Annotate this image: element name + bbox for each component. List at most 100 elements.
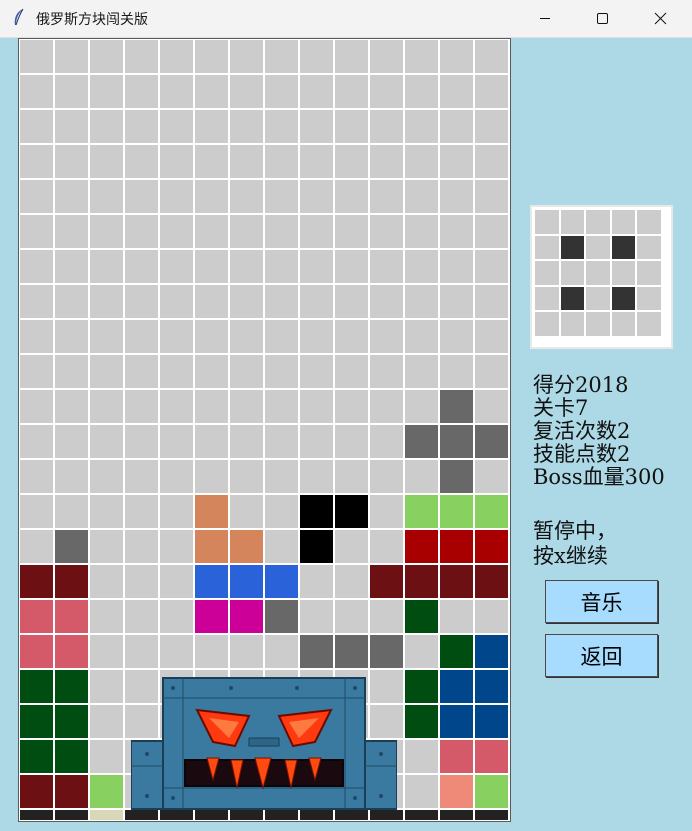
empty-cell [369,109,404,144]
empty-cell [229,109,264,144]
empty-cell [89,39,124,74]
filled-cell [474,669,509,704]
filled-cell [19,739,54,774]
empty-cell [159,424,194,459]
empty-cell [54,144,89,179]
empty-cell [299,39,334,74]
empty-cell [159,354,194,389]
close-button[interactable] [632,0,690,37]
empty-cell [369,144,404,179]
empty-cell [229,389,264,424]
empty-cell [124,494,159,529]
filled-cell [229,529,264,564]
empty-cell [194,249,229,284]
empty-cell [369,74,404,109]
empty-cell [89,739,124,774]
filled-cell [229,599,264,634]
filled-cell [54,669,89,704]
filled-cell [474,774,509,809]
empty-cell [264,389,299,424]
empty-cell [194,214,229,249]
empty-cell [404,179,439,214]
empty-cell [19,144,54,179]
empty-cell [159,494,194,529]
score-label: 得分2018 [533,373,629,397]
empty-cell [124,564,159,599]
filled-cell [439,564,474,599]
empty-cell [439,144,474,179]
empty-cell [159,319,194,354]
empty-cell [19,249,54,284]
empty-cell [124,284,159,319]
empty-cell [89,529,124,564]
empty-cell [404,319,439,354]
empty-cell [194,284,229,319]
empty-cell [124,179,159,214]
empty-cell [439,39,474,74]
filled-cell [19,599,54,634]
empty-cell [264,319,299,354]
empty-cell [334,319,369,354]
empty-cell [124,634,159,669]
empty-cell [299,424,334,459]
empty-cell [19,284,54,319]
empty-cell [299,599,334,634]
filled-cell [474,634,509,669]
empty-cell [264,39,299,74]
empty-cell [299,284,334,319]
empty-cell [404,109,439,144]
preview-empty-cell [585,285,611,311]
empty-cell [439,319,474,354]
empty-cell [54,319,89,354]
bottom-strip-cell [124,809,159,821]
filled-cell [439,739,474,774]
back-button[interactable]: 返回 [545,634,658,677]
preview-empty-cell [585,311,611,337]
empty-cell [19,214,54,249]
empty-cell [474,354,509,389]
bottom-strip-cell [54,809,89,821]
empty-cell [299,214,334,249]
maximize-button[interactable] [574,0,632,37]
preview-filled-cell [559,285,585,311]
preview-empty-cell [610,260,636,286]
empty-cell [229,179,264,214]
empty-cell [264,634,299,669]
bottom-strip-cell [19,809,54,821]
filled-cell [439,634,474,669]
empty-cell [404,354,439,389]
empty-cell [264,214,299,249]
empty-cell [334,144,369,179]
preview-empty-cell [534,209,560,235]
empty-cell [89,109,124,144]
filled-cell [439,669,474,704]
filled-cell [474,529,509,564]
empty-cell [159,39,194,74]
empty-cell [19,74,54,109]
filled-cell [194,494,229,529]
empty-cell [369,494,404,529]
filled-cell [369,634,404,669]
maximize-icon [597,13,608,24]
minimize-icon [540,18,550,19]
feather-icon [14,8,24,26]
preview-empty-cell [559,311,585,337]
empty-cell [299,249,334,284]
filled-cell [439,774,474,809]
empty-cell [159,599,194,634]
empty-cell [89,74,124,109]
empty-cell [159,179,194,214]
empty-cell [334,284,369,319]
empty-cell [439,74,474,109]
filled-cell [54,704,89,739]
music-button[interactable]: 音乐 [545,580,658,623]
filled-cell [404,599,439,634]
empty-cell [404,74,439,109]
filled-cell [19,774,54,809]
minimize-button[interactable] [516,0,574,37]
empty-cell [229,39,264,74]
empty-cell [439,179,474,214]
filled-cell [404,529,439,564]
preview-empty-cell [534,285,560,311]
filled-cell [404,704,439,739]
